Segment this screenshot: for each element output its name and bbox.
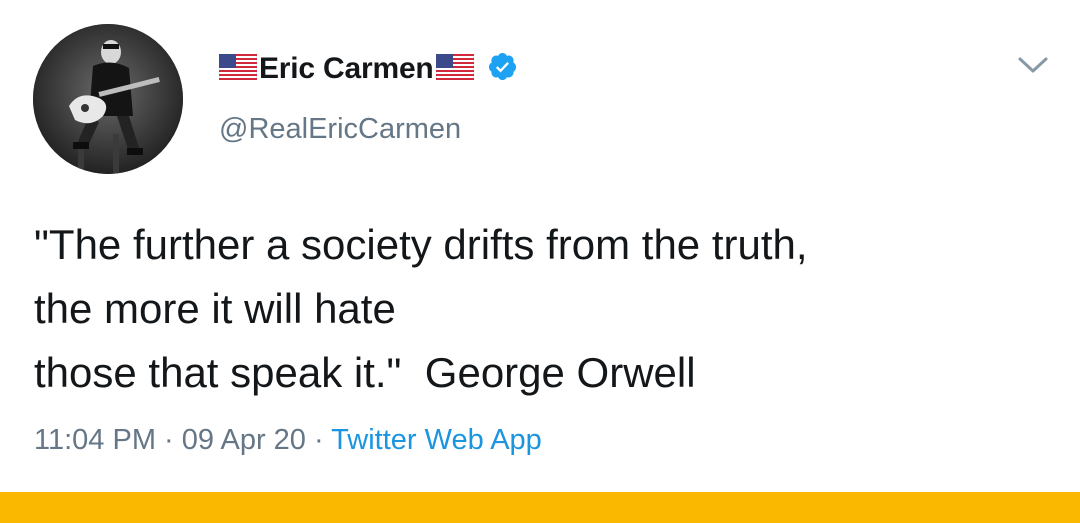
- tweet-card: Eric Carmen @RealEricCarmen "The further…: [0, 0, 1080, 523]
- verified-badge-icon: [487, 51, 518, 87]
- bottom-accent-bar: [0, 492, 1080, 523]
- us-flag-icon: [435, 53, 474, 85]
- tweet-text-line: "The further a society drifts from the t…: [34, 221, 808, 268]
- tweet-meta: 11:04 PM · 09 Apr 20 · Twitter Web App: [34, 424, 542, 457]
- tweet-text-line: those that speak it." George Orwell: [34, 349, 696, 396]
- tweet-text-line: the more it will hate: [34, 285, 396, 332]
- chevron-down-icon[interactable]: [1016, 52, 1050, 78]
- tweet-text: "The further a society drifts from the t…: [34, 213, 1054, 405]
- author-name-row[interactable]: Eric Carmen: [218, 49, 518, 89]
- tweet-date[interactable]: 09 Apr 20: [182, 424, 306, 456]
- tweet-time[interactable]: 11:04 PM: [34, 424, 156, 456]
- author-display-name[interactable]: Eric Carmen: [259, 52, 434, 86]
- avatar-photo: [33, 24, 183, 174]
- author-handle[interactable]: @RealEricCarmen: [219, 113, 461, 146]
- author-avatar[interactable]: [33, 24, 183, 174]
- us-flag-icon: [218, 53, 258, 85]
- meta-separator: ·: [155, 424, 182, 456]
- tweet-source-link[interactable]: Twitter Web App: [331, 424, 542, 456]
- meta-separator: ·: [305, 424, 332, 456]
